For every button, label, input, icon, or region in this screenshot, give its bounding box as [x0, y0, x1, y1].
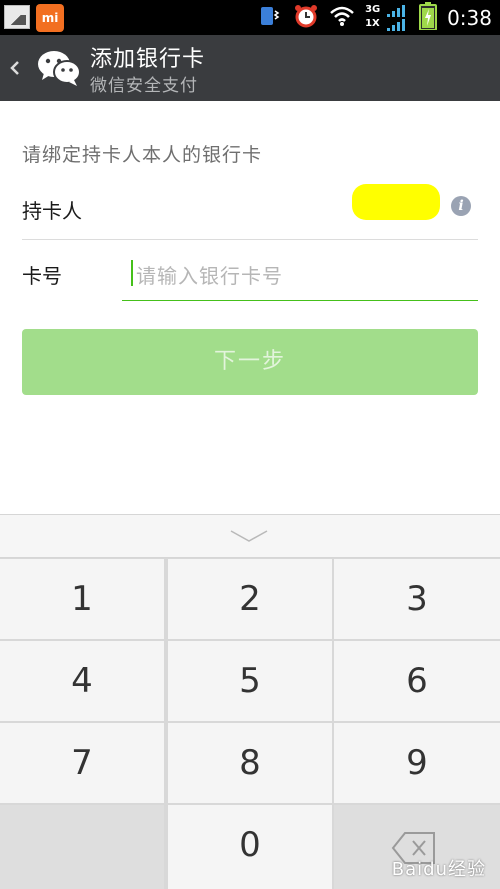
- page-title: 添加银行卡: [90, 47, 206, 72]
- back-button[interactable]: [8, 51, 30, 85]
- vibrate-icon: [257, 4, 283, 32]
- keyboard-toolbar: [0, 514, 500, 558]
- key-blank: [0, 805, 164, 889]
- mi-icon: mi: [36, 4, 64, 32]
- hide-keyboard-button[interactable]: [229, 525, 269, 545]
- alarm-icon: [293, 3, 319, 33]
- key-9[interactable]: 9: [334, 723, 500, 803]
- battery-charging-icon: [419, 1, 438, 34]
- card-number-input[interactable]: 请输入银行卡号: [122, 250, 478, 301]
- key-6[interactable]: 6: [334, 641, 500, 721]
- status-time: 0:38: [447, 5, 492, 30]
- network-alt-label: 1X: [365, 17, 380, 29]
- status-bar: mi 3G 1X 0:38: [0, 0, 500, 35]
- key-1[interactable]: 1: [0, 559, 164, 639]
- wechat-logo-icon: [36, 48, 82, 88]
- key-5[interactable]: 5: [168, 641, 332, 721]
- key-2[interactable]: 2: [168, 559, 332, 639]
- cardholder-name-redacted: [352, 184, 440, 220]
- back-chevron-icon: [10, 61, 19, 75]
- gallery-icon: [4, 5, 30, 29]
- chevron-down-icon: [230, 530, 268, 542]
- key-3[interactable]: 3: [334, 559, 500, 639]
- key-7[interactable]: 7: [0, 723, 164, 803]
- app-header: 添加银行卡 微信安全支付: [0, 35, 500, 101]
- card-number-label: 卡号: [22, 264, 62, 288]
- next-step-button[interactable]: 下一步: [22, 329, 478, 395]
- text-cursor: [131, 260, 133, 286]
- baidu-watermark: Baidu经验: [391, 859, 486, 880]
- page-subtitle: 微信安全支付: [90, 76, 198, 96]
- signal-icon: 3G 1X: [365, 3, 409, 33]
- bind-card-hint: 请绑定持卡人本人的银行卡: [22, 144, 263, 166]
- cardholder-label: 持卡人: [22, 199, 82, 223]
- wifi-icon: [329, 5, 355, 31]
- divider: [22, 239, 478, 240]
- key-0[interactable]: 0: [168, 805, 332, 889]
- network-type-label: 3G: [365, 3, 381, 15]
- card-number-placeholder: 请输入银行卡号: [136, 264, 283, 288]
- key-4[interactable]: 4: [0, 641, 164, 721]
- info-icon[interactable]: i: [451, 196, 471, 216]
- key-8[interactable]: 8: [168, 723, 332, 803]
